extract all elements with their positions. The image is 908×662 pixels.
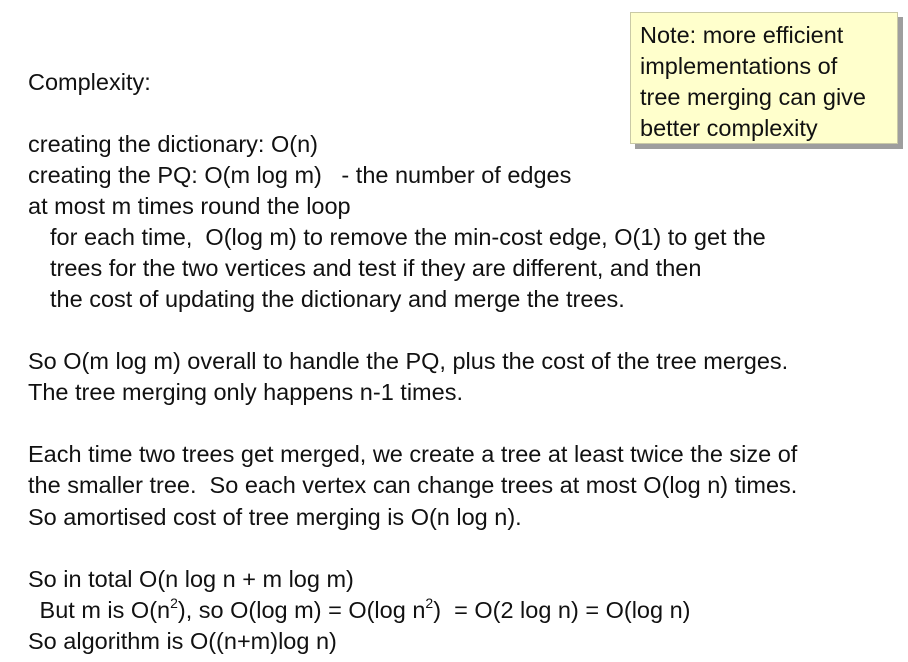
text-line-loop: at most m times round the loop — [28, 193, 351, 219]
but-part-2: ), so O(log m) = O(log n — [177, 597, 426, 623]
note-line-4: better complexity — [640, 115, 818, 141]
but-part-1: But m is O(n — [33, 597, 171, 623]
text-line-so-2: The tree merging only happens n-1 times. — [28, 379, 463, 405]
text-line-merge-1: Each time two trees get merged, we creat… — [28, 441, 798, 467]
text-line-so-1: So O(m log m) overall to handle the PQ, … — [28, 348, 789, 374]
text-line-merge-2: the smaller tree. So each vertex can cha… — [28, 472, 798, 498]
note-box: Note: more efficient implementations of … — [630, 12, 898, 144]
text-line-each-2: trees for the two vertices and test if t… — [50, 255, 702, 281]
superscript-2: 2 — [425, 595, 434, 612]
slide: Complexity: creating the dictionary: O(n… — [0, 0, 908, 662]
note-line-3: tree merging can give — [640, 84, 866, 110]
text-line-total: So in total O(n log n + m log m) — [28, 566, 354, 592]
note-line-2: implementations of — [640, 53, 838, 79]
text-line-final: So algorithm is O((n+m)log n) — [28, 628, 337, 654]
text-line-pq: creating the PQ: O(m log m) - the number… — [28, 162, 572, 188]
heading: Complexity: — [28, 69, 151, 95]
but-part-3: ) = O(2 log n) = O(log n) — [433, 597, 691, 623]
text-line-but: But m is O(n2), so O(log m) = O(log n2) … — [33, 596, 691, 624]
text-line-each-3: the cost of updating the dictionary and … — [50, 286, 625, 312]
text-line-merge-3: So amortised cost of tree merging is O(n… — [28, 504, 522, 530]
superscript-1: 2 — [170, 595, 178, 612]
text-line-each-1: for each time, O(log m) to remove the mi… — [50, 224, 766, 250]
note-line-1: Note: more efficient — [640, 22, 844, 48]
text-line-dictionary: creating the dictionary: O(n) — [28, 131, 318, 157]
